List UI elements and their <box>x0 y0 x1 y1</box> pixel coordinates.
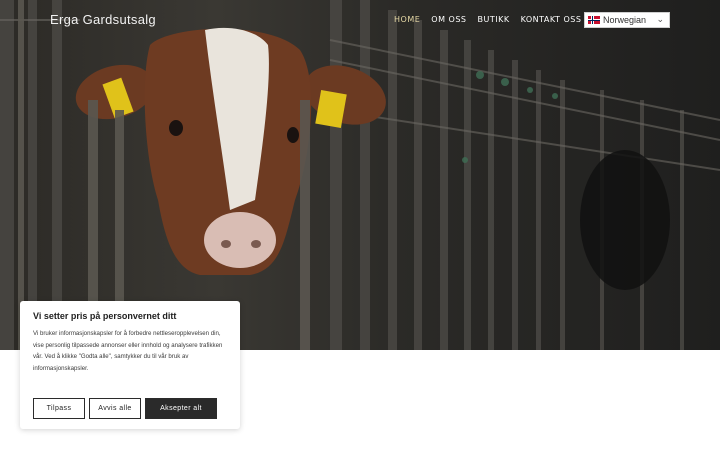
cookie-buttons: Tilpass Avvis alle Aksepter alt <box>33 398 217 419</box>
accept-all-button[interactable]: Aksepter alt <box>145 398 217 419</box>
reject-all-button[interactable]: Avvis alle <box>89 398 141 419</box>
cookie-title: Vi setter pris på personvernet ditt <box>33 311 177 321</box>
cookie-consent-dialog: Vi setter pris på personvernet ditt Vi b… <box>20 301 240 429</box>
language-label: Norwegian <box>603 15 647 25</box>
hero-image: Erga Gardsutsalg HOME OM OSS BUTIKK KONT… <box>0 0 720 350</box>
language-select[interactable]: Norwegian ⌄ <box>584 12 670 28</box>
nav-home[interactable]: HOME <box>394 15 420 24</box>
nav-om-oss[interactable]: OM OSS <box>431 15 466 24</box>
customize-button[interactable]: Tilpass <box>33 398 85 419</box>
cookie-body: Vi bruker informasjonskapsler for å forb… <box>33 330 223 372</box>
site-title[interactable]: Erga Gardsutsalg <box>50 12 156 27</box>
hero-cow-photo <box>0 0 720 350</box>
nav-butikk[interactable]: BUTIKK <box>477 15 509 24</box>
chevron-down-icon: ⌄ <box>656 14 664 24</box>
norway-flag-icon <box>588 16 600 24</box>
main-nav: HOME OM OSS BUTIKK KONTAKT OSS <box>394 15 581 24</box>
nav-kontakt-oss[interactable]: KONTAKT OSS <box>521 15 582 24</box>
